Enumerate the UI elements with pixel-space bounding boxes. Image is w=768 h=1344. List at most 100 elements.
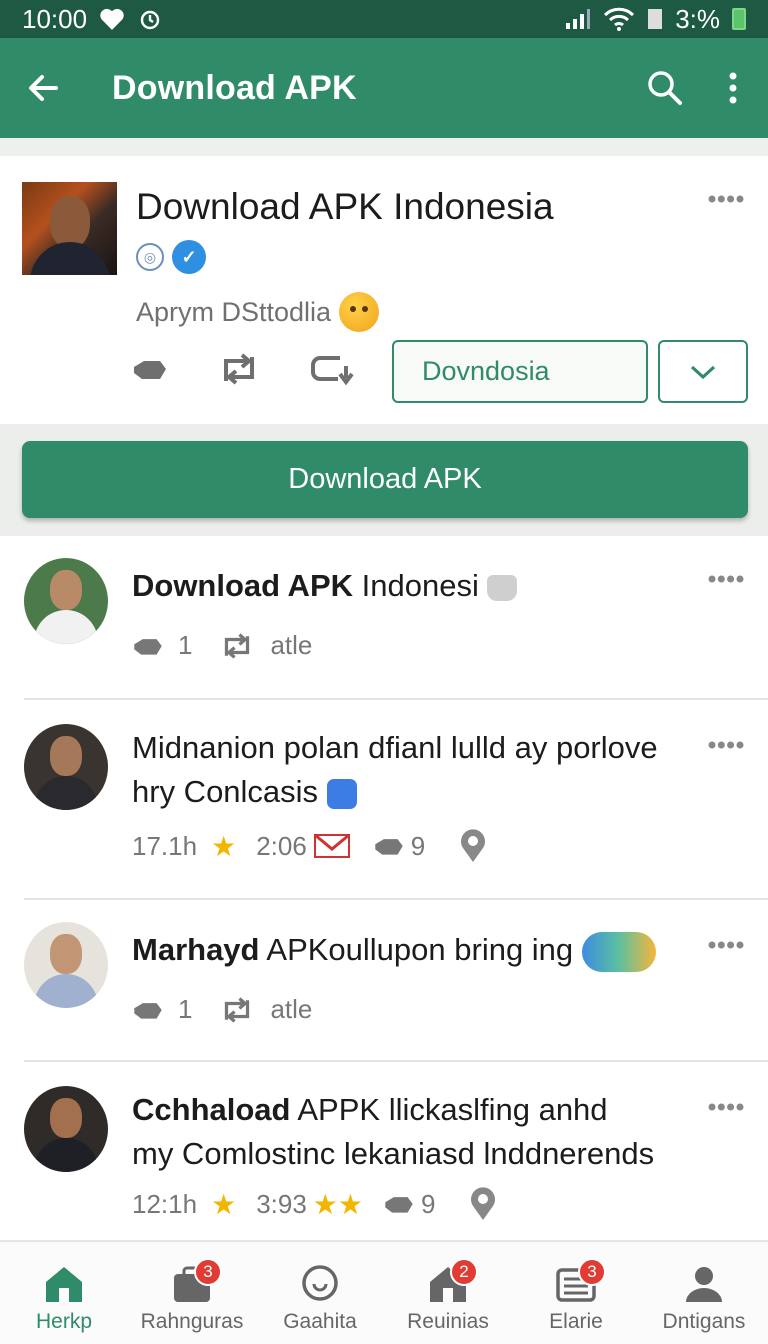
more-horiz-icon[interactable] <box>708 194 744 204</box>
divider <box>24 1060 768 1062</box>
profile-subtitle: Aprym DSttodlia <box>136 292 380 332</box>
post-author: Cchhaload <box>132 1092 291 1127</box>
follow-dropdown-button[interactable] <box>658 340 748 403</box>
nav-label: Gaahita <box>283 1310 357 1333</box>
nav-item-profile[interactable]: Dntigans <box>640 1242 768 1344</box>
search-icon[interactable] <box>646 69 684 107</box>
profile-actions <box>132 352 356 386</box>
arrow-left-icon <box>29 75 58 101</box>
like-icon[interactable] <box>132 998 164 1022</box>
app-bar-title: Download APK <box>112 68 357 107</box>
download-apk-button[interactable]: Download APK <box>22 441 748 518</box>
timer-icon <box>140 10 160 30</box>
more-horiz-icon[interactable] <box>708 574 744 584</box>
sim-icon <box>648 9 663 29</box>
nav-label: Dntigans <box>662 1310 746 1333</box>
repost-icon[interactable] <box>218 353 260 385</box>
nav-item-list[interactable]: 3 Elarie <box>512 1242 640 1344</box>
nav-label: Rahnguras <box>140 1310 244 1333</box>
post-text: Cchhaload APPK llickaslfing anhd my Coml… <box>132 1088 654 1176</box>
like-icon[interactable] <box>373 834 405 858</box>
globe-badge-icon: ◎ <box>136 243 164 271</box>
signal-icon <box>566 9 591 29</box>
nav-item-home[interactable]: Herkp <box>0 1242 128 1344</box>
star-icon: ★ <box>211 1188 237 1220</box>
battery-icon <box>732 8 746 30</box>
more-horiz-icon[interactable] <box>708 940 744 950</box>
post-time-secondary: 3:93 <box>256 1188 307 1219</box>
more-horiz-icon[interactable] <box>708 740 744 750</box>
post-time: 17.1h <box>132 830 198 861</box>
like-count: 1 <box>178 630 193 660</box>
post-body-line2: hry Conlcasis <box>132 774 319 809</box>
avatar[interactable] <box>24 558 108 644</box>
nav-label: Elarie <box>549 1310 603 1333</box>
post-author: Marhayd <box>132 932 260 967</box>
profile-title: Download APK Indonesia <box>136 186 554 227</box>
like-count: 9 <box>410 830 426 861</box>
nav-label: Herkp <box>35 1310 93 1333</box>
profile-subtitle-text: Aprym DSttodlia <box>136 296 332 327</box>
post-time: 12:1h <box>132 1188 198 1219</box>
post-author: Download APK <box>132 568 354 603</box>
chevron-down-icon <box>690 365 716 379</box>
post-meta: 12:1h ★ 3:93 ★★ 9 <box>132 1186 499 1222</box>
avatar[interactable] <box>24 922 108 1008</box>
post-text: Marhayd APKoullupon bring ing <box>132 928 656 972</box>
post-text: Download APK Indonesi <box>132 564 518 608</box>
post-body: Indonesi <box>353 568 479 603</box>
profile-photo[interactable] <box>22 182 117 275</box>
nav-badge: 2 <box>450 1258 478 1286</box>
mail-icon[interactable] <box>313 832 351 860</box>
back-button[interactable] <box>0 71 86 105</box>
post-extra: atle <box>270 994 313 1024</box>
like-icon[interactable] <box>383 1192 415 1216</box>
smile-emoji-icon <box>339 292 380 332</box>
status-bar: 10:00 3:% <box>0 0 768 38</box>
divider <box>24 898 768 900</box>
app-bar: Download APK <box>0 38 768 138</box>
post-text: Midnanion polan dfianl lulld ay porlove … <box>132 726 658 814</box>
post-body: Midnanion polan dfianl lulld ay porlove <box>132 730 658 765</box>
stars-icon: ★★ <box>312 1188 363 1220</box>
reply-icon[interactable] <box>310 352 356 386</box>
home-icon <box>46 1267 82 1302</box>
popcorn-emoji-icon <box>487 574 518 601</box>
more-horiz-icon[interactable] <box>708 1102 744 1112</box>
post-time-secondary: 2:06 <box>256 830 307 861</box>
post-body-line2: my Comlostinc lekaniasd lnddnerends <box>132 1136 655 1171</box>
nav-badge: 3 <box>578 1258 606 1286</box>
nav-item-house[interactable]: 2 Reuinias <box>384 1242 512 1344</box>
post-meta: 17.1h ★ 2:06 9 <box>132 828 489 864</box>
bottom-navigation: Herkp 3 Rahnguras Gaahita 2 Reuinias 3 E… <box>0 1240 768 1344</box>
avatar[interactable] <box>24 1086 108 1172</box>
follow-button[interactable]: Dovndosia <box>392 340 648 403</box>
location-pin-icon[interactable] <box>467 1186 499 1222</box>
nav-badge: 3 <box>194 1258 222 1286</box>
nav-label: Reuinias <box>407 1310 489 1333</box>
like-icon[interactable] <box>132 355 168 383</box>
star-icon: ★ <box>211 830 237 862</box>
party-emoji-icon <box>581 931 656 972</box>
repost-icon[interactable] <box>220 632 254 659</box>
divider <box>24 698 768 700</box>
profile-badges: ◎ ✓ <box>136 240 206 274</box>
wifi-icon <box>604 7 635 31</box>
post-meta: 1 atle <box>132 994 312 1025</box>
heart-icon <box>100 8 124 30</box>
battery-percent: 3:% <box>675 3 720 34</box>
divider-strip <box>0 138 768 156</box>
like-icon[interactable] <box>132 634 164 658</box>
post-meta: 1 atle <box>132 630 312 661</box>
person-icon <box>686 1267 722 1302</box>
more-vert-icon[interactable] <box>728 72 738 104</box>
nav-item-chat[interactable]: Gaahita <box>256 1242 384 1344</box>
nav-item-bag[interactable]: 3 Rahnguras <box>128 1242 256 1344</box>
location-pin-icon[interactable] <box>457 828 489 864</box>
post-extra: atle <box>270 630 313 660</box>
like-count: 9 <box>421 1188 436 1219</box>
repost-icon[interactable] <box>220 996 254 1023</box>
post-body: APPK llickaslfing anhd <box>290 1092 608 1127</box>
avatar[interactable] <box>24 724 108 810</box>
status-time: 10:00 <box>22 3 88 34</box>
